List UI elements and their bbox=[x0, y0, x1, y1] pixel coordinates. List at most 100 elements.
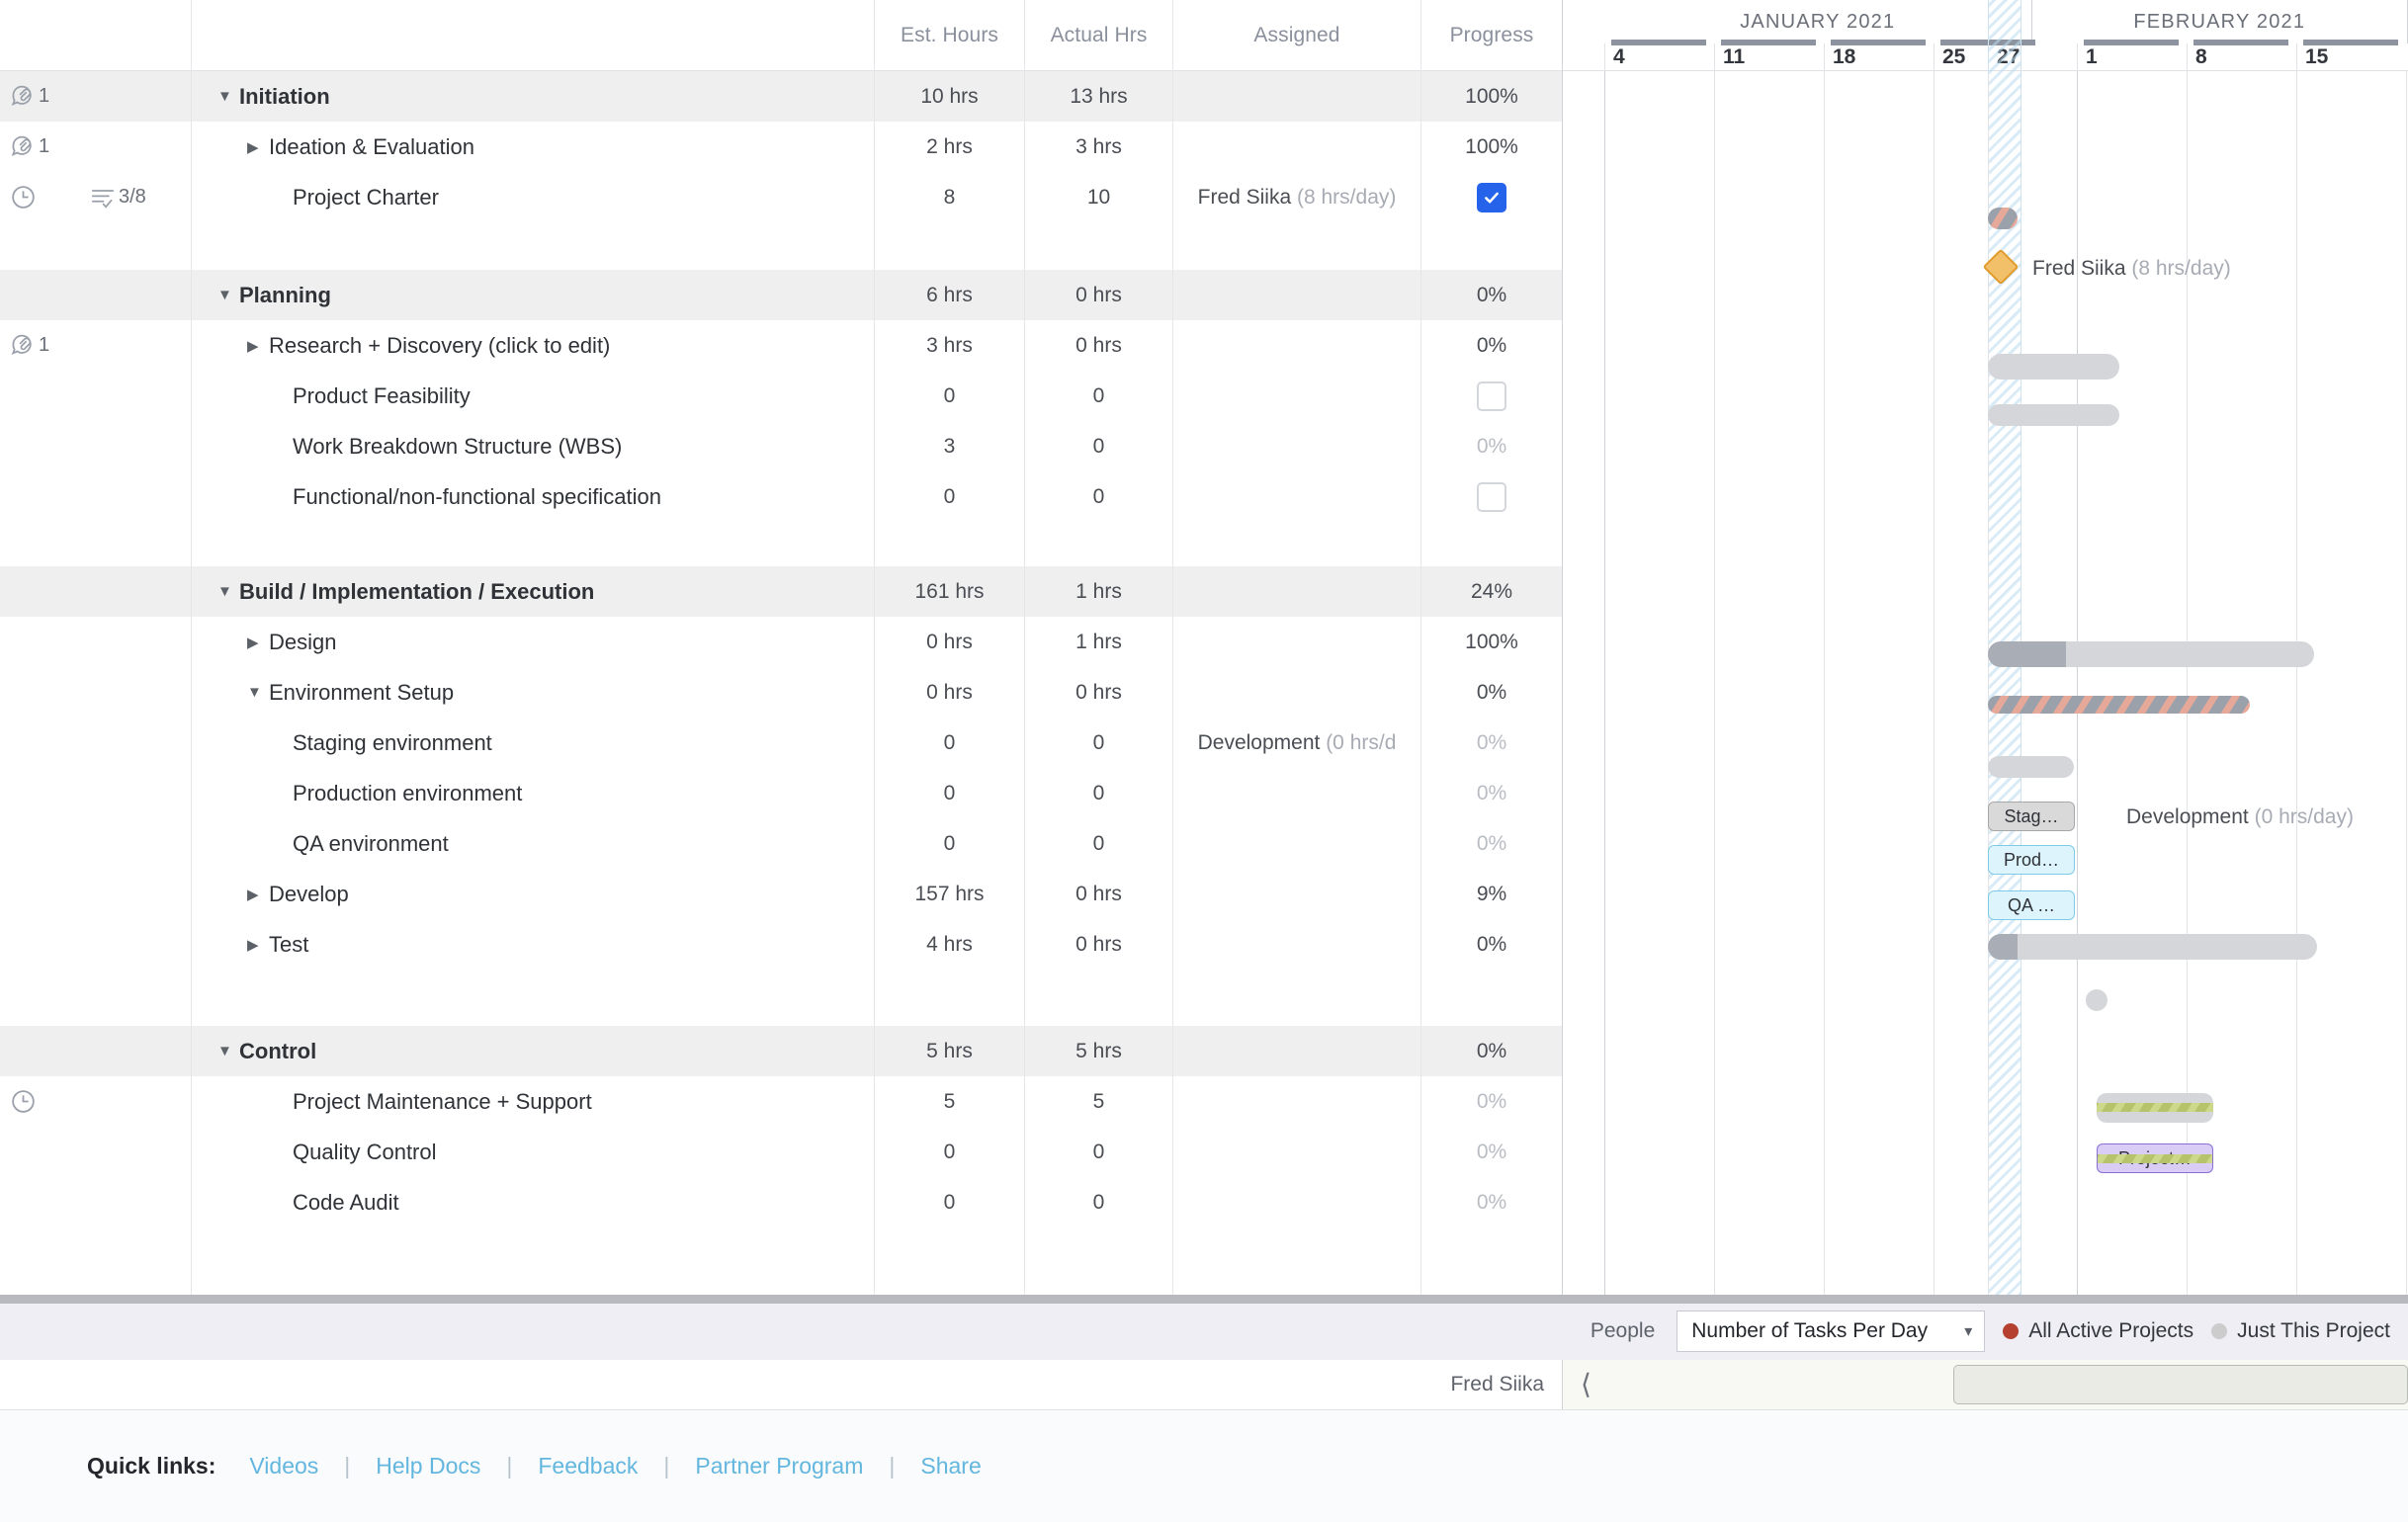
clock-icon[interactable] bbox=[10, 184, 37, 211]
table-row[interactable]: Functional/non-functional specification 0… bbox=[0, 471, 1562, 522]
cell-actual-hrs[interactable]: 13 hrs bbox=[1025, 71, 1173, 122]
cell-actual-hrs[interactable]: 0 bbox=[1025, 371, 1173, 421]
cell-est-hours[interactable]: 0 bbox=[875, 1177, 1025, 1227]
cell-assigned[interactable] bbox=[1173, 1076, 1421, 1127]
cell-progress[interactable]: 24% bbox=[1421, 566, 1562, 617]
cell-assigned[interactable] bbox=[1173, 566, 1421, 617]
row-name-cell[interactable]: ▶ Research + Discovery (click to edit) bbox=[192, 320, 875, 371]
row-name-cell[interactable]: ▼ Planning bbox=[192, 270, 875, 320]
metric-select[interactable]: Number of Tasks Per Day ▾ bbox=[1677, 1311, 1986, 1353]
cell-assigned[interactable]: Development (0 hrs/d bbox=[1173, 718, 1421, 768]
cell-est-hours[interactable]: 157 hrs bbox=[875, 869, 1025, 919]
cell-progress[interactable]: 0% bbox=[1421, 768, 1562, 818]
cell-actual-hrs[interactable]: 0 hrs bbox=[1025, 919, 1173, 970]
gantt-bar[interactable] bbox=[1988, 641, 2314, 667]
row-name-cell[interactable]: ▶ Develop bbox=[192, 869, 875, 919]
cell-actual-hrs[interactable]: 0 bbox=[1025, 718, 1173, 768]
table-row[interactable]: Staging environment 0 0 Development (0 hrs/… bbox=[0, 718, 1562, 768]
gantt-bar[interactable] bbox=[1988, 404, 2119, 426]
cell-progress[interactable]: 0% bbox=[1421, 320, 1562, 371]
cell-progress[interactable]: 100% bbox=[1421, 617, 1562, 667]
row-name-cell[interactable]: Work Breakdown Structure (WBS) bbox=[192, 421, 875, 471]
cell-assigned[interactable] bbox=[1173, 71, 1421, 122]
cell-actual-hrs[interactable]: 5 bbox=[1025, 1076, 1173, 1127]
column-header-actual-hrs[interactable]: Actual Hrs bbox=[1025, 0, 1173, 71]
cell-progress[interactable]: 100% bbox=[1421, 71, 1562, 122]
cell-progress[interactable]: 0% bbox=[1421, 1177, 1562, 1227]
cell-progress[interactable]: 0% bbox=[1421, 1076, 1562, 1127]
cell-progress[interactable] bbox=[1421, 371, 1562, 421]
caret-down-icon[interactable]: ▼ bbox=[217, 287, 239, 303]
cell-actual-hrs[interactable]: 1 hrs bbox=[1025, 566, 1173, 617]
cell-est-hours[interactable]: 0 bbox=[875, 1127, 1025, 1177]
row-name-cell[interactable]: ▶ Design bbox=[192, 617, 875, 667]
row-name-cell[interactable]: Production environment bbox=[192, 768, 875, 818]
cell-actual-hrs[interactable]: 1 hrs bbox=[1025, 617, 1173, 667]
row-name-cell[interactable]: ▶ Test bbox=[192, 919, 875, 970]
cell-actual-hrs[interactable]: 0 bbox=[1025, 471, 1173, 522]
row-name-cell[interactable]: ▶ Ideation & Evaluation bbox=[192, 122, 875, 172]
cell-assigned[interactable]: Fred Siika (8 hrs/day) bbox=[1173, 172, 1421, 222]
cell-assigned[interactable] bbox=[1173, 1026, 1421, 1076]
caret-right-icon[interactable]: ▶ bbox=[247, 337, 269, 355]
cell-actual-hrs[interactable]: 3 hrs bbox=[1025, 122, 1173, 172]
cell-actual-hrs[interactable]: 0 bbox=[1025, 768, 1173, 818]
cell-assigned[interactable] bbox=[1173, 919, 1421, 970]
cell-est-hours[interactable]: 4 hrs bbox=[875, 919, 1025, 970]
row-name-cell[interactable]: Functional/non-functional specification bbox=[192, 471, 875, 522]
cell-progress[interactable]: 0% bbox=[1421, 667, 1562, 718]
column-header-progress[interactable]: Progress bbox=[1421, 0, 1562, 71]
progress-checkbox-checked[interactable] bbox=[1477, 182, 1506, 212]
cell-est-hours[interactable]: 0 bbox=[875, 471, 1025, 522]
table-row[interactable]: 1 ▼ Initiation 10 hrs 13 hrs 100% bbox=[0, 71, 1562, 122]
caret-right-icon[interactable]: ▶ bbox=[247, 936, 269, 954]
cell-progress[interactable]: 0% bbox=[1421, 919, 1562, 970]
row-name-cell[interactable]: Project Charter bbox=[192, 172, 875, 222]
cell-assigned[interactable] bbox=[1173, 768, 1421, 818]
quick-link-partner-program[interactable]: Partner Program bbox=[695, 1453, 863, 1479]
table-row[interactable]: 1 ▶ Ideation & Evaluation 2 hrs 3 hrs 100% bbox=[0, 122, 1562, 172]
gantt-bar[interactable] bbox=[1988, 208, 2018, 229]
cell-est-hours[interactable]: 3 bbox=[875, 421, 1025, 471]
table-row[interactable]: ▶ Design 0 hrs 1 hrs 100% bbox=[0, 617, 1562, 667]
table-row[interactable]: Project Maintenance + Support 5 5 0% bbox=[0, 1076, 1562, 1127]
row-name-cell[interactable]: ▼ Initiation bbox=[192, 71, 875, 122]
gantt-chip[interactable]: QA … bbox=[1988, 890, 2075, 920]
cell-assigned[interactable] bbox=[1173, 1177, 1421, 1227]
caret-down-icon[interactable]: ▼ bbox=[217, 1043, 239, 1059]
gantt-chip[interactable]: Project… bbox=[2097, 1143, 2213, 1173]
radio-just-this-project[interactable]: Just This Project bbox=[2211, 1319, 2390, 1343]
cell-assigned[interactable] bbox=[1173, 421, 1421, 471]
cell-progress[interactable]: 0% bbox=[1421, 421, 1562, 471]
table-row[interactable]: Production environment 0 0 0% bbox=[0, 768, 1562, 818]
cell-progress[interactable]: 100% bbox=[1421, 122, 1562, 172]
quick-link-feedback[interactable]: Feedback bbox=[538, 1453, 638, 1479]
cell-est-hours[interactable]: 0 bbox=[875, 768, 1025, 818]
comment-attachment-icon[interactable]: 1 bbox=[10, 134, 49, 160]
cell-est-hours[interactable]: 6 hrs bbox=[875, 270, 1025, 320]
caret-down-icon[interactable]: ▼ bbox=[217, 583, 239, 600]
timeline-pane[interactable]: JANUARY 2021FEBRUARY 2021 4111825271815 … bbox=[1562, 0, 2408, 1295]
cell-actual-hrs[interactable]: 0 hrs bbox=[1025, 667, 1173, 718]
cell-est-hours[interactable]: 5 hrs bbox=[875, 1026, 1025, 1076]
radio-all-active-projects[interactable]: All Active Projects bbox=[2003, 1319, 2193, 1343]
cell-actual-hrs[interactable]: 0 bbox=[1025, 1127, 1173, 1177]
caret-right-icon[interactable]: ▶ bbox=[247, 886, 269, 903]
cell-progress[interactable]: 0% bbox=[1421, 1026, 1562, 1076]
comment-attachment-icon[interactable]: 1 bbox=[10, 84, 49, 110]
table-row[interactable]: 3/8 Project Charter 8 10 Fred Siika (8 hrs/d… bbox=[0, 172, 1562, 222]
cell-est-hours[interactable]: 0 bbox=[875, 718, 1025, 768]
cell-actual-hrs[interactable]: 0 hrs bbox=[1025, 270, 1173, 320]
cell-progress[interactable]: 0% bbox=[1421, 1127, 1562, 1177]
table-row[interactable]: ▼ Control 5 hrs 5 hrs 0% bbox=[0, 1026, 1562, 1076]
table-row[interactable]: ▼ Build / Implementation / Execution 161 h… bbox=[0, 566, 1562, 617]
caret-down-icon[interactable]: ▼ bbox=[247, 684, 269, 701]
cell-est-hours[interactable]: 10 hrs bbox=[875, 71, 1025, 122]
table-row[interactable]: ▼ Environment Setup 0 hrs 0 hrs 0% bbox=[0, 667, 1562, 718]
table-row[interactable]: Product Feasibility 0 0 bbox=[0, 371, 1562, 421]
cell-actual-hrs[interactable]: 5 hrs bbox=[1025, 1026, 1173, 1076]
row-name-cell[interactable]: Product Feasibility bbox=[192, 371, 875, 421]
row-name-cell[interactable]: ▼ Control bbox=[192, 1026, 875, 1076]
table-row[interactable]: ▼ Planning 6 hrs 0 hrs 0% bbox=[0, 270, 1562, 320]
table-row[interactable]: ▶ Develop 157 hrs 0 hrs 9% bbox=[0, 869, 1562, 919]
